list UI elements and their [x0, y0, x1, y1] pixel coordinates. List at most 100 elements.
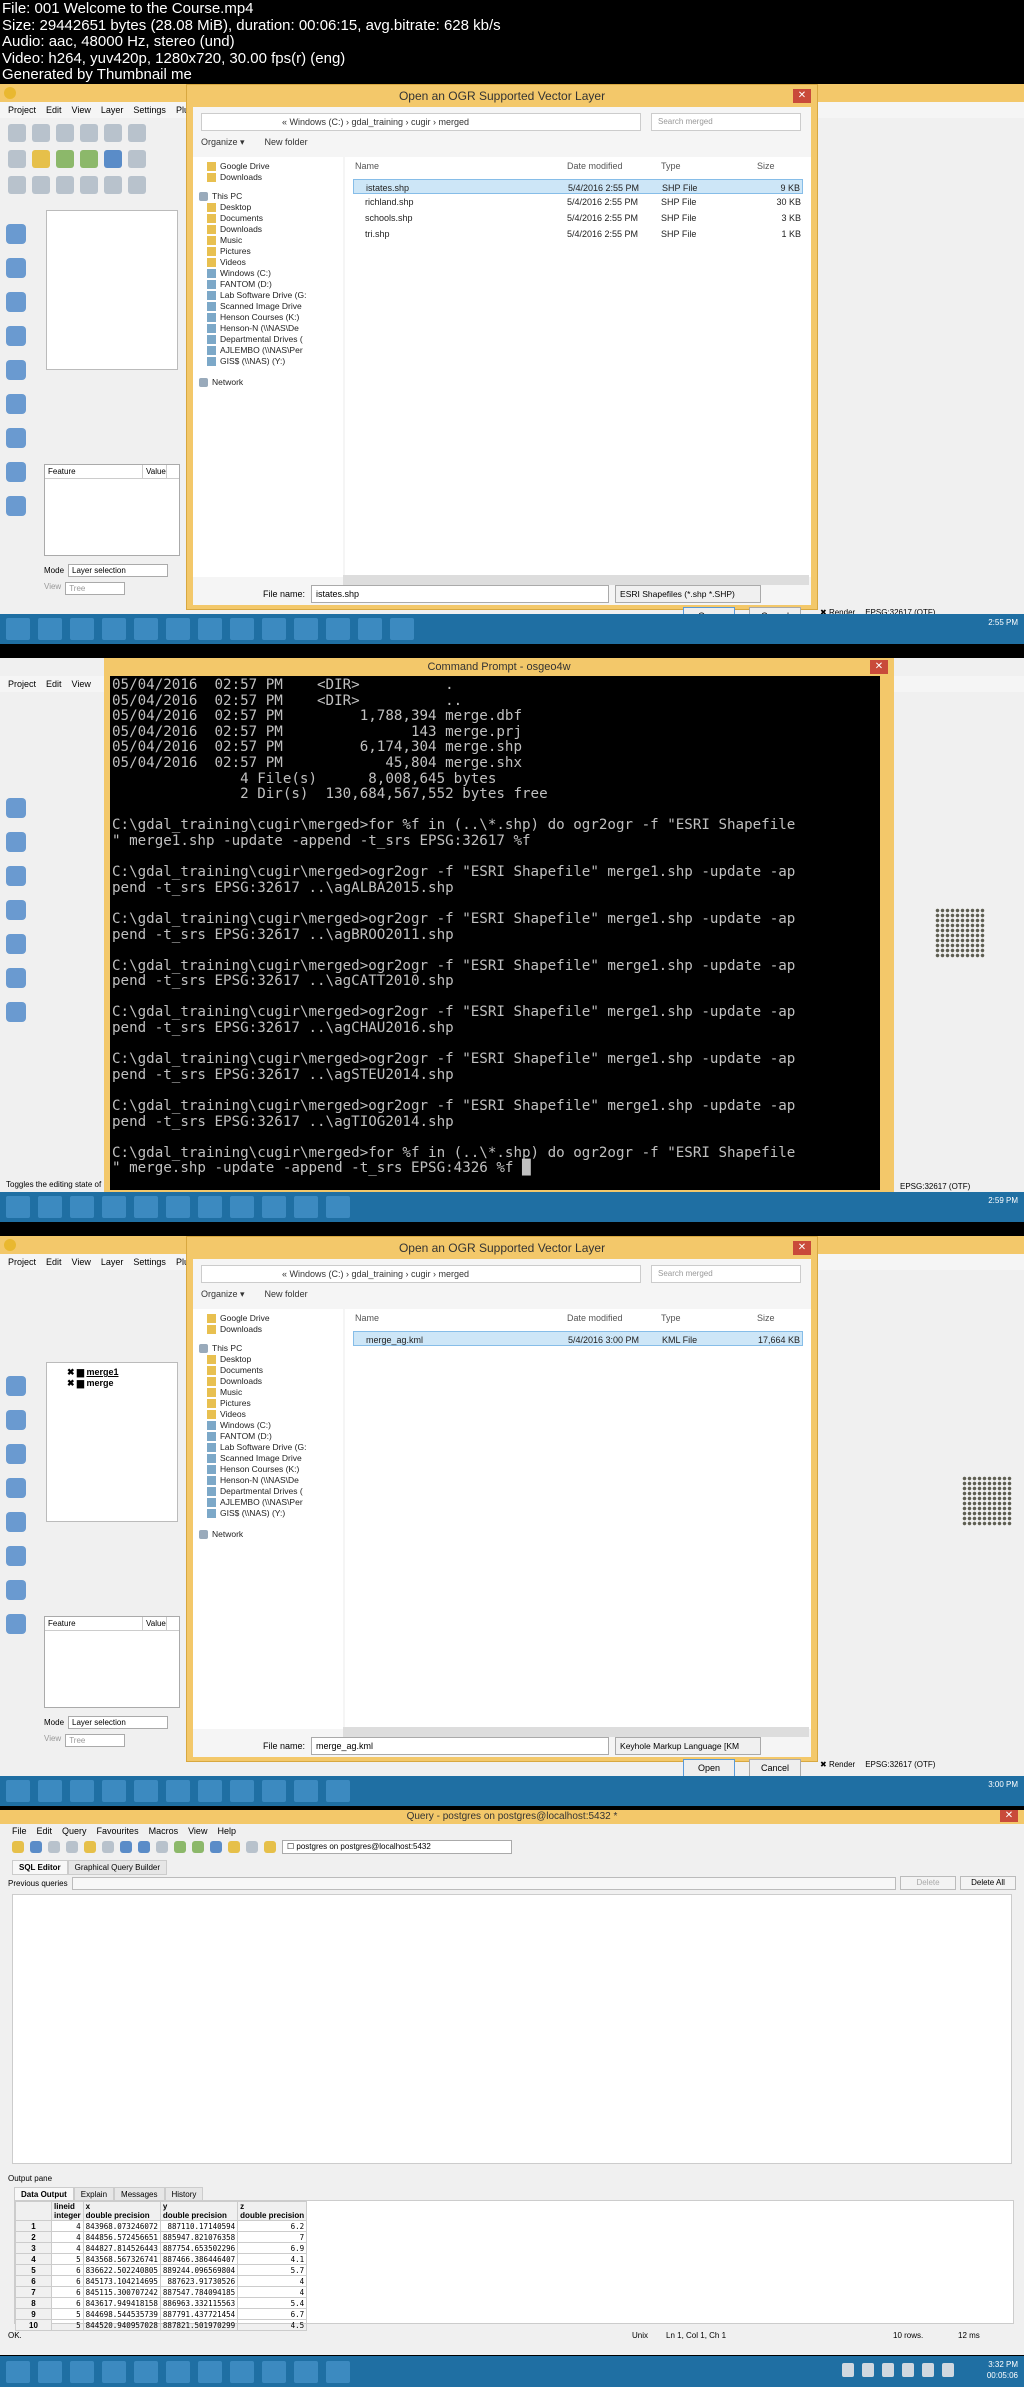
- table-row[interactable]: 9 5 844698.544535739 887791.437721454 6.7: [15, 2308, 308, 2320]
- menu-layer[interactable]: Layer: [101, 102, 124, 118]
- map-features[interactable]: [935, 908, 985, 958]
- menu-view[interactable]: View: [72, 102, 91, 118]
- nav-item[interactable]: Google Drive: [207, 1313, 270, 1323]
- help-icon[interactable]: [264, 1841, 276, 1853]
- powerpoint-icon[interactable]: [166, 2360, 190, 2383]
- powerpoint-icon[interactable]: [166, 1780, 190, 1802]
- move-feature-icon[interactable]: [104, 124, 122, 142]
- pgadmin-icon[interactable]: [262, 618, 286, 640]
- powerpoint-icon[interactable]: [166, 618, 190, 640]
- add-mssql-icon[interactable]: [6, 934, 26, 954]
- tab-graphical-query-builder[interactable]: Graphical Query Builder: [67, 1860, 168, 1875]
- add-postgis-layer-icon[interactable]: [6, 292, 26, 312]
- copy-icon[interactable]: [66, 1841, 78, 1853]
- new-folder-button[interactable]: New folder: [265, 1289, 308, 1300]
- nav-item[interactable]: Windows (C:): [207, 1420, 271, 1430]
- filename-input[interactable]: istates.shp: [311, 585, 610, 603]
- word-icon[interactable]: [230, 1196, 254, 1218]
- save-edits-icon[interactable]: [56, 124, 74, 142]
- keyboard-icon[interactable]: [842, 2363, 854, 2377]
- edit-pencil-icon[interactable]: [8, 124, 26, 142]
- qgis-icon[interactable]: [326, 1196, 350, 1218]
- nav-item[interactable]: Google Drive: [207, 161, 270, 171]
- grass-icon[interactable]: [80, 150, 98, 168]
- nav-item[interactable]: This PC: [199, 1343, 242, 1353]
- toggle-edit-icon[interactable]: [32, 124, 50, 142]
- nav-item[interactable]: Downloads: [207, 1376, 262, 1386]
- nav-item[interactable]: Desktop: [207, 1354, 251, 1364]
- pgadmin-icon[interactable]: [262, 1780, 286, 1802]
- cmd-output[interactable]: 05/04/2016 02:57 PM <DIR> . 05/04/2016 0…: [110, 676, 880, 1190]
- find-icon[interactable]: [156, 1841, 168, 1853]
- table-row[interactable]: 5 6 836622.502240805 889244.096569804 5.7: [15, 2264, 308, 2276]
- cmd-icon[interactable]: [294, 1780, 318, 1802]
- add-wms-icon[interactable]: [6, 968, 26, 988]
- render-checkbox[interactable]: ✖ Render: [820, 1760, 855, 1769]
- organize-button[interactable]: Organize ▾: [201, 137, 245, 148]
- nav-item[interactable]: Henson Courses (K:): [207, 312, 299, 322]
- chrome-icon[interactable]: [134, 1196, 158, 1218]
- add-feature-icon[interactable]: [80, 124, 98, 142]
- crs-status[interactable]: EPSG:32617 (OTF): [865, 1760, 935, 1769]
- bluetooth-icon[interactable]: [882, 2363, 894, 2377]
- nav-item[interactable]: Downloads: [207, 224, 262, 234]
- add-wcs-icon[interactable]: [6, 1580, 26, 1600]
- menu-favourites[interactable]: Favourites: [97, 1826, 139, 1836]
- chrome-icon[interactable]: [134, 2360, 158, 2383]
- nav-item[interactable]: Downloads: [207, 172, 262, 182]
- address-bar[interactable]: « Windows (C:) › gdal_training › cugir ›…: [201, 113, 641, 131]
- nav-item[interactable]: Henson-N (\\NAS\De: [207, 323, 299, 333]
- qgis-icon[interactable]: [326, 2360, 350, 2383]
- view-select[interactable]: Tree: [65, 582, 126, 595]
- flag-icon[interactable]: [902, 2363, 914, 2377]
- col-date[interactable]: Date modified: [567, 161, 623, 171]
- python-icon[interactable]: [32, 150, 50, 168]
- nav-item[interactable]: Pictures: [207, 1398, 251, 1408]
- previous-queries-select[interactable]: [71, 1876, 896, 1890]
- nav-item[interactable]: Windows (C:): [207, 268, 271, 278]
- add-mssql-icon[interactable]: [6, 1512, 26, 1532]
- col-z[interactable]: z double precision: [237, 2201, 308, 2221]
- add-raster-layer-icon[interactable]: [6, 832, 26, 852]
- start-icon[interactable]: [6, 618, 30, 640]
- acrobat-icon[interactable]: [198, 618, 222, 640]
- filetype-select[interactable]: Keyhole Markup Language [KM: [615, 1737, 762, 1755]
- filename-input[interactable]: merge_ag.kml: [311, 1737, 610, 1755]
- execute-icon[interactable]: [174, 1841, 186, 1853]
- vector-tool-icon[interactable]: [80, 176, 98, 194]
- vector-tool-icon[interactable]: [128, 176, 146, 194]
- nav-item[interactable]: This PC: [199, 191, 242, 201]
- paste-icon[interactable]: [84, 1841, 96, 1853]
- layer-tool-icon[interactable]: [8, 176, 26, 194]
- mode-select[interactable]: Layer selection: [68, 1716, 169, 1729]
- table-row[interactable]: 2 4 844856.572456651 885947.821076358 7: [15, 2231, 308, 2243]
- layer-tool-icon[interactable]: [56, 176, 74, 194]
- nav-item[interactable]: Network: [199, 377, 243, 387]
- add-wms-icon[interactable]: [6, 394, 26, 414]
- app-icon[interactable]: [390, 618, 414, 640]
- layer-icon[interactable]: [104, 150, 122, 168]
- nav-item[interactable]: Desktop: [207, 202, 251, 212]
- menu-query[interactable]: Query: [62, 1826, 87, 1836]
- nav-item[interactable]: Henson Courses (K:): [207, 1464, 299, 1474]
- nav-item[interactable]: Downloads: [207, 1324, 262, 1334]
- col-y[interactable]: y double precision: [159, 2201, 239, 2221]
- nav-item[interactable]: Documents: [207, 1365, 263, 1375]
- pgadmin-icon[interactable]: [262, 2360, 286, 2383]
- excel-icon[interactable]: [70, 1780, 94, 1802]
- nav-item[interactable]: Lab Software Drive (G:: [207, 290, 306, 300]
- app-icon[interactable]: [326, 618, 350, 640]
- file-row[interactable]: tri.shp 5/4/2016 2:55 PM SHP File 1 KB: [353, 227, 803, 242]
- cmd-icon[interactable]: [294, 1196, 318, 1218]
- add-spatialite-icon[interactable]: [6, 326, 26, 346]
- close-icon[interactable]: ✕: [1000, 1810, 1018, 1822]
- ie-icon[interactable]: [38, 2360, 62, 2383]
- nav-item[interactable]: Videos: [207, 1409, 246, 1419]
- start-icon[interactable]: [6, 2360, 30, 2383]
- menu-file[interactable]: File: [12, 1826, 27, 1836]
- chrome-icon[interactable]: [134, 618, 158, 640]
- menu-macros[interactable]: Macros: [149, 1826, 179, 1836]
- table-row[interactable]: 8 6 843617.949418158 886963.332115563 5.4: [15, 2297, 308, 2309]
- nav-item[interactable]: Departmental Drives (: [207, 1486, 303, 1496]
- address-bar[interactable]: « Windows (C:) › gdal_training › cugir ›…: [201, 1265, 641, 1283]
